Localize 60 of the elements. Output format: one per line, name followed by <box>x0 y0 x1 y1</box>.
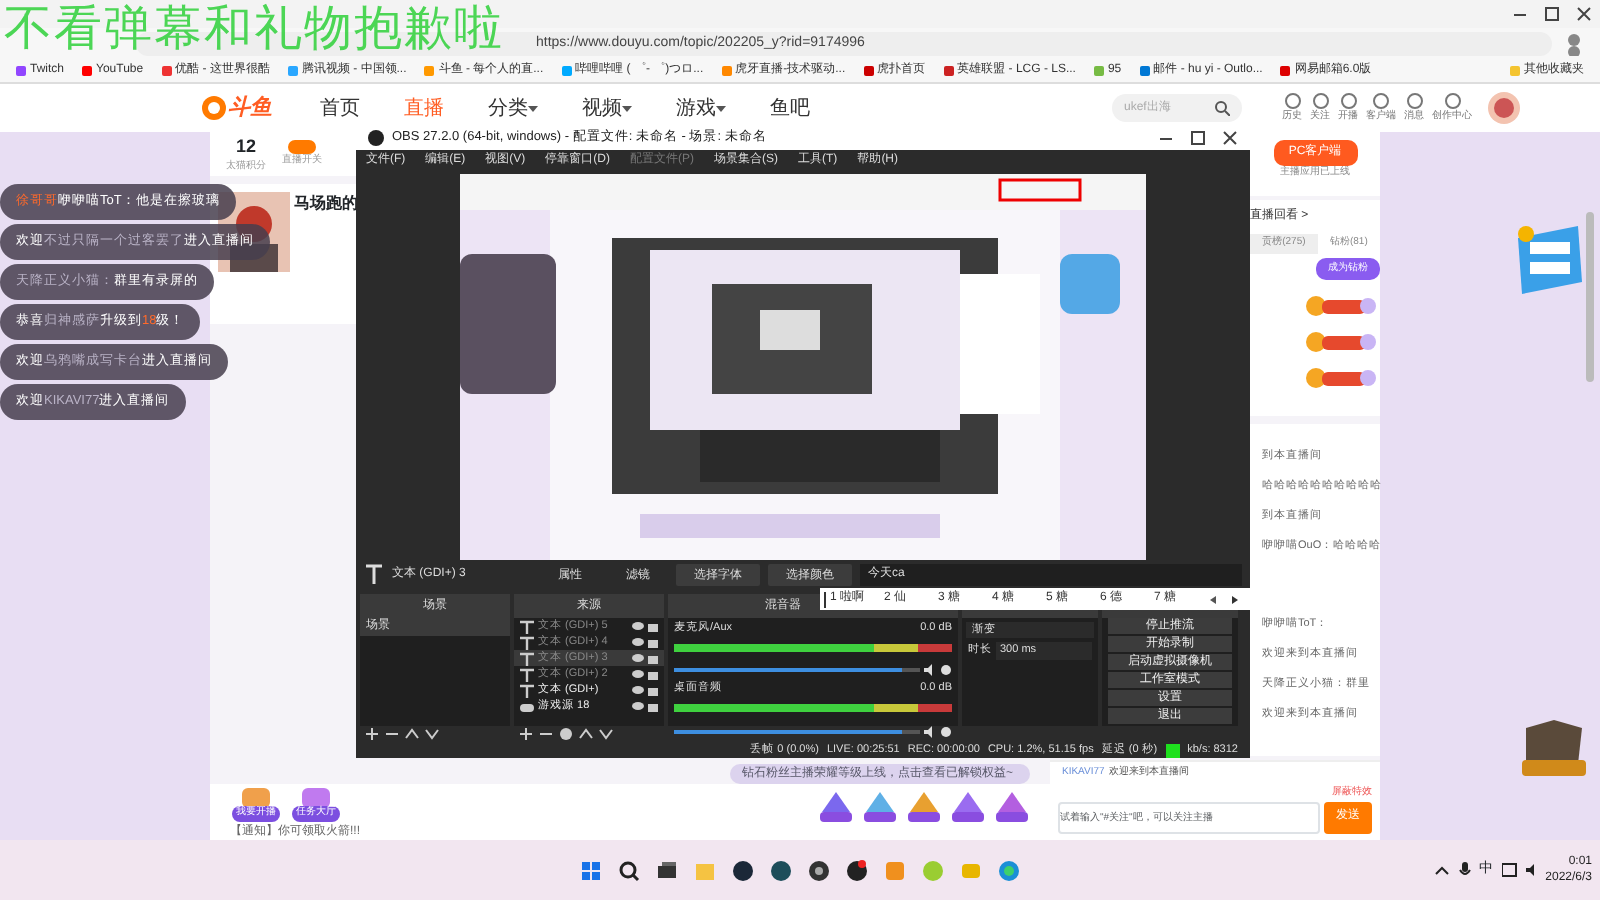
gift-icon[interactable] <box>818 787 854 821</box>
up-icon[interactable] <box>404 726 420 742</box>
maximize-icon[interactable] <box>1544 6 1560 22</box>
status-indicator <box>1165 743 1180 757</box>
search-icon[interactable] <box>618 859 640 881</box>
gift-icon[interactable] <box>950 787 986 821</box>
circle-icon <box>1372 91 1390 110</box>
gift-icon[interactable] <box>906 787 942 821</box>
nav-link[interactable]: 游戏 <box>676 93 716 123</box>
speaker-icon[interactable] <box>924 664 936 677</box>
circle-icon <box>1339 91 1357 110</box>
nav-link[interactable]: 鱼吧 <box>770 93 810 123</box>
nav-link[interactable]: 首页 <box>320 93 360 123</box>
score-value: 12 <box>233 133 258 159</box>
maximize-icon[interactable] <box>1190 130 1206 146</box>
settings-icon[interactable] <box>940 725 952 737</box>
task-view-icon[interactable] <box>656 859 678 881</box>
rank-badge-icon <box>1306 368 1378 388</box>
circle-app-icon[interactable] <box>770 859 792 881</box>
rank-badge-icon <box>1306 332 1378 352</box>
speaker-icon[interactable] <box>1525 862 1538 878</box>
circle-icon <box>1283 91 1301 110</box>
nav-link[interactable]: 视频 <box>582 93 622 123</box>
caret-icon[interactable] <box>528 105 538 111</box>
caret-icon[interactable] <box>1433 863 1450 877</box>
settings-icon[interactable] <box>940 664 952 677</box>
down-icon[interactable] <box>598 726 614 742</box>
add-icon[interactable] <box>364 726 380 742</box>
gift-icon[interactable] <box>994 787 1030 821</box>
text-source-icon <box>364 564 384 584</box>
up-icon[interactable] <box>578 726 594 742</box>
close-icon[interactable] <box>1576 6 1592 22</box>
down-icon[interactable] <box>424 726 440 742</box>
obs-logo-icon <box>368 130 384 146</box>
settings-icon[interactable] <box>558 726 574 742</box>
previous-icon[interactable] <box>1208 593 1218 605</box>
camera-icon[interactable] <box>808 859 830 881</box>
live-switch[interactable] <box>288 139 316 154</box>
start-icon[interactable] <box>580 859 602 881</box>
circle-icon <box>1311 91 1329 110</box>
rank-badge-icon <box>1306 296 1378 316</box>
notification-icon[interactable] <box>1501 862 1518 878</box>
profile-icon[interactable] <box>1564 32 1584 56</box>
caret-icon[interactable] <box>622 105 632 111</box>
logo-text: 斗鱼 <box>228 93 272 124</box>
gamepad-icon <box>520 699 534 713</box>
circle-icon <box>1405 91 1423 110</box>
browser-icon[interactable] <box>998 859 1020 881</box>
microphone-icon[interactable] <box>1457 862 1472 878</box>
scrollbar[interactable] <box>1586 212 1594 382</box>
close-icon[interactable] <box>1222 130 1238 146</box>
caret-icon[interactable] <box>716 105 726 111</box>
avatar-icon[interactable] <box>1488 92 1520 124</box>
gift-icon[interactable] <box>862 787 898 821</box>
search-icon <box>1214 100 1230 116</box>
circle-icon <box>1443 91 1461 110</box>
nav-link[interactable]: 分类 <box>488 93 528 123</box>
add-icon[interactable] <box>518 726 534 742</box>
logo-icon <box>200 94 228 122</box>
next-icon[interactable] <box>1230 593 1240 605</box>
